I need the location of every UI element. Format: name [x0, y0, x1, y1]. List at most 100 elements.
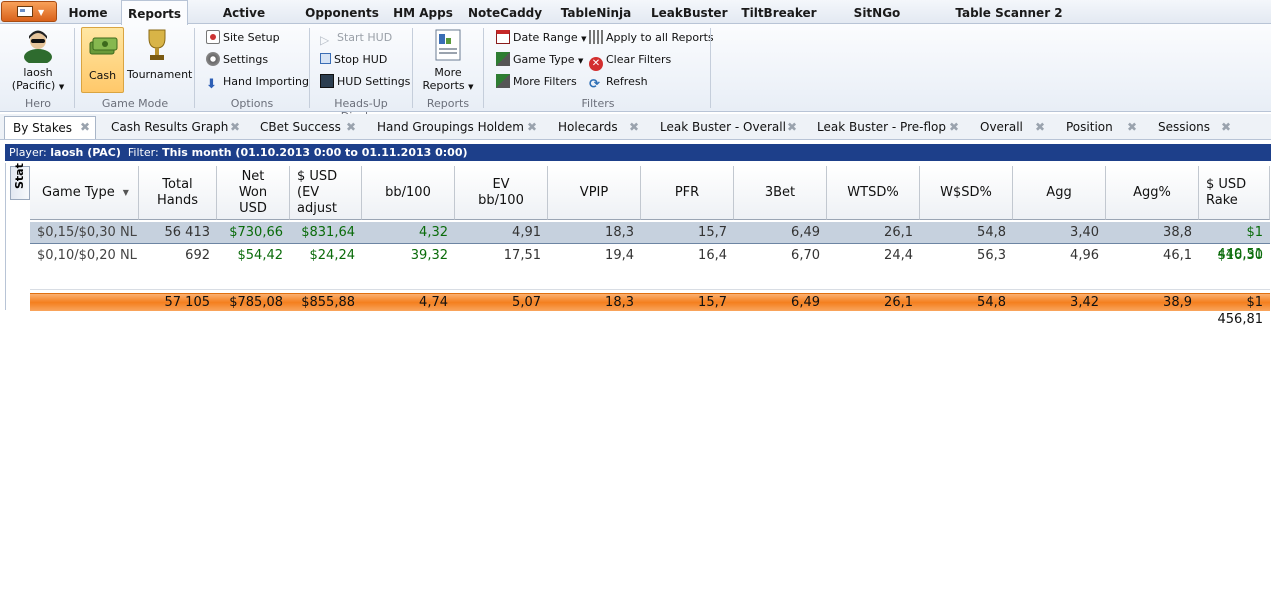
table-cell: $730,66: [229, 225, 283, 240]
column-header[interactable]: Total Hands: [139, 166, 217, 220]
report-tab-position[interactable]: Position: [1066, 116, 1113, 139]
column-header-label: EV bb/100: [478, 176, 524, 208]
menu-tab-sitngo-wizard[interactable]: SitNGo Wizard: [830, 0, 924, 46]
column-header[interactable]: 3Bet: [734, 166, 827, 220]
menu-tab-table-scanner[interactable]: Table Scanner 2 (Beta): [937, 0, 1081, 46]
column-header[interactable]: W$SD%: [920, 166, 1013, 220]
report-tab-hand-groupings[interactable]: Hand Groupings Holdem: [377, 116, 524, 139]
site-setup-label: Site Setup: [223, 31, 280, 44]
column-header[interactable]: $ USD (EV adjust: [290, 166, 362, 220]
app-menu-button[interactable]: ▼: [1, 1, 57, 22]
table-row[interactable]: $0,10/$0,20 NL 692 $54,42 $24,24 39,32 17,51 1…: [30, 245, 1270, 267]
table-cell: $0,10/$0,20 NL: [37, 248, 137, 263]
close-icon[interactable]: ✖: [949, 116, 959, 139]
report-tab-overall[interactable]: Overall: [980, 116, 1023, 139]
close-icon[interactable]: ✖: [80, 116, 90, 139]
close-icon[interactable]: ✖: [787, 116, 797, 139]
hero-button[interactable]: laosh (Pacific) ▼: [9, 27, 67, 93]
column-header[interactable]: Net Won USD: [217, 166, 290, 220]
group-label-options: Options: [230, 97, 274, 110]
date-range-button[interactable]: Date Range ▼: [496, 29, 587, 47]
table-cell: 4,32: [419, 225, 448, 240]
menu-tab-opponents[interactable]: Opponents: [305, 0, 379, 24]
close-icon[interactable]: ✖: [629, 116, 639, 139]
column-header[interactable]: EV bb/100: [455, 166, 548, 220]
hand-importing-button[interactable]: ⬇ Hand Importing: [206, 73, 309, 92]
more-reports-button[interactable]: More Reports ▼: [420, 27, 476, 93]
hud-settings-label: HUD Settings: [337, 75, 411, 88]
settings-button[interactable]: Settings: [206, 51, 268, 69]
close-icon[interactable]: ✖: [1035, 116, 1045, 139]
column-header[interactable]: VPIP: [548, 166, 641, 220]
close-icon[interactable]: ✖: [1127, 116, 1137, 139]
column-header-label: $ USD Rake: [1206, 176, 1247, 208]
menu-tab-notecaddy[interactable]: NoteCaddy: [468, 0, 542, 24]
calendar-icon: [496, 30, 510, 44]
apply-all-reports-button[interactable]: Apply to all Reports: [589, 29, 714, 47]
hud-settings-button[interactable]: HUD Settings: [320, 73, 410, 91]
window-icon: [17, 6, 33, 17]
column-header[interactable]: Game Type ▼: [30, 166, 139, 220]
tournament-button[interactable]: Tournament: [127, 27, 192, 93]
menu-tab-tiltbreaker[interactable]: TiltBreaker: [741, 0, 817, 24]
table-cell: 17,51: [503, 248, 541, 263]
group-label-filters: Filters: [581, 97, 615, 110]
column-header-label: Net Won USD: [238, 168, 268, 216]
total-cell: 5,07: [512, 295, 541, 310]
column-header[interactable]: Agg: [1013, 166, 1106, 220]
game-type-button[interactable]: Game Type ▼: [496, 51, 583, 69]
table-cell: 4,91: [512, 225, 541, 240]
stat-side-tab[interactable]: Stat: [10, 163, 30, 200]
menu-tab-active-session[interactable]: Active Session: [196, 0, 292, 46]
player-name: laosh (PAC): [50, 146, 121, 159]
report-tab-holecards[interactable]: Holecards: [558, 116, 618, 139]
refresh-button[interactable]: ⟳ Refresh: [589, 73, 648, 92]
column-header[interactable]: bb/100: [362, 166, 455, 220]
report-tab-leak-buster-preflop[interactable]: Leak Buster - Pre-flop: [817, 116, 946, 139]
report-tab-sessions[interactable]: Sessions: [1158, 116, 1210, 139]
player-filter-bar: Player: laosh (PAC) Filter: This month (…: [5, 144, 1271, 161]
start-hud-button[interactable]: ▷ Start HUD: [320, 29, 392, 47]
report-tab-leak-buster-overall[interactable]: Leak Buster - Overall: [660, 116, 786, 139]
table-cell: 692: [185, 248, 210, 263]
menu-bar: ▼ Home Reports Active Session Opponents …: [0, 0, 1271, 46]
sort-caret-icon[interactable]: ▼: [123, 185, 129, 201]
report-tab-cash-results-graph[interactable]: Cash Results Graph: [111, 116, 228, 139]
column-header[interactable]: PFR: [641, 166, 734, 220]
trophy-icon: [148, 29, 166, 60]
menu-tab-tableninja[interactable]: TableNinja 2: [555, 0, 637, 46]
cash-label: Cash: [88, 69, 117, 82]
column-header[interactable]: Agg%: [1106, 166, 1199, 220]
table-cell: 4,96: [1070, 248, 1099, 263]
apply-all-icon: [589, 30, 603, 44]
table-cell: $0,15/$0,30 NL: [37, 225, 137, 240]
column-header-label: $ USD (EV adjust: [297, 168, 338, 216]
stop-hud-label: Stop HUD: [334, 53, 388, 66]
ribbon: laosh (Pacific) ▼ Hero Cash Tournament G…: [0, 24, 1271, 123]
table-row[interactable]: $0,15/$0,30 NL 56 413 $730,66 $831,64 4,32 4,…: [30, 222, 1270, 262]
divider: [412, 28, 413, 108]
close-icon[interactable]: ✖: [1221, 116, 1231, 139]
report-tab-label: By Stakes: [13, 121, 72, 135]
menu-tab-reports[interactable]: Reports: [121, 0, 188, 25]
site-setup-button[interactable]: Site Setup: [206, 29, 280, 47]
close-icon[interactable]: ✖: [230, 116, 240, 139]
close-icon[interactable]: ✖: [527, 116, 537, 139]
clear-filters-button[interactable]: ✕ Clear Filters: [589, 51, 671, 71]
stop-hud-button[interactable]: Stop HUD: [320, 51, 387, 69]
cash-button[interactable]: Cash: [81, 27, 124, 93]
play-icon: ▷: [320, 33, 330, 47]
chevron-down-icon: ▼: [468, 83, 474, 91]
menu-tab-leakbuster[interactable]: LeakBuster: [651, 0, 728, 24]
avatar-icon: [24, 30, 52, 63]
menu-tab-hm-apps[interactable]: HM Apps: [392, 0, 454, 24]
column-header[interactable]: $ USD Rake: [1199, 166, 1270, 220]
table-cell: 54,8: [977, 225, 1006, 240]
divider: [309, 28, 310, 108]
column-header-label: Agg: [1046, 184, 1072, 200]
more-filters-button[interactable]: More Filters: [496, 73, 577, 91]
menu-tab-home[interactable]: Home: [62, 0, 114, 24]
report-tab-cbet-success[interactable]: CBet Success: [260, 116, 341, 139]
close-icon[interactable]: ✖: [346, 116, 356, 139]
column-header[interactable]: WTSD%: [827, 166, 920, 220]
